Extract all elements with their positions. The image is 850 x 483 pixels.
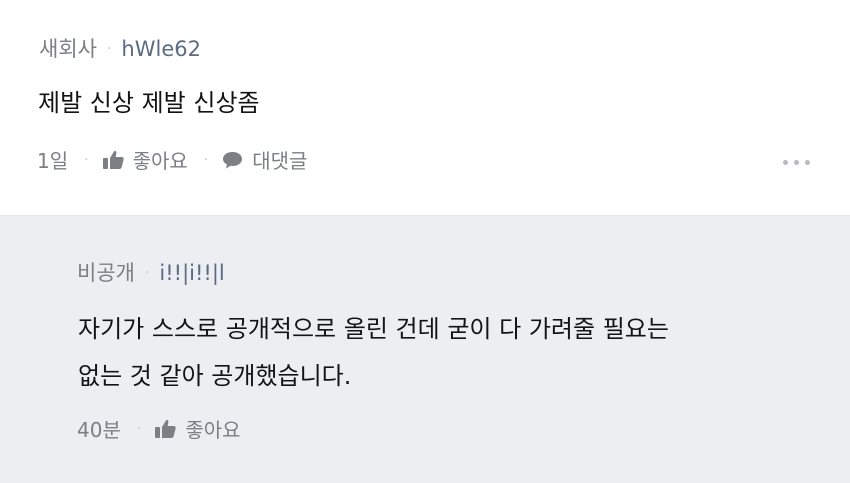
more-dot [805, 160, 810, 165]
author-nickname[interactable]: i!!|i!!|l [159, 261, 224, 285]
like-button[interactable]: 좋아요 [102, 145, 188, 174]
reply-label: 대댓글 [252, 149, 308, 173]
company-label: 비공개 [77, 261, 135, 285]
like-button[interactable]: 좋아요 [155, 414, 241, 443]
reply-meta: 비공개 · i!!|i!!|l [77, 261, 225, 285]
meta-separator: · [144, 265, 150, 281]
like-label: 좋아요 [132, 149, 188, 173]
meta-separator: · [106, 41, 112, 57]
comment-text: 제발 신상 제발 신상좀 [38, 89, 260, 117]
author-nickname[interactable]: hWle62 [121, 37, 201, 61]
more-dot [794, 160, 799, 165]
like-label: 좋아요 [185, 418, 241, 442]
more-dots-icon[interactable] [783, 160, 810, 165]
action-separator: · [84, 151, 89, 168]
thumbs-up-icon [102, 150, 124, 169]
company-label: 새회사 [39, 37, 97, 61]
reply-time: 40분 [77, 418, 121, 442]
comment: 새회사 · hWle62 제발 신상 제발 신상좀 1일 · 좋아요 · 대댓글 [0, 0, 850, 216]
action-separator: · [136, 420, 142, 437]
action-separator: · [203, 151, 209, 168]
reply-actions: 40분 · 좋아요 [77, 414, 241, 443]
comment-meta: 새회사 · hWle62 [39, 37, 201, 61]
thumbs-up-icon [155, 419, 177, 438]
comment-time: 1일 [37, 149, 69, 173]
reply-button[interactable]: 대댓글 [222, 145, 307, 174]
comment-actions: 1일 · 좋아요 · 대댓글 [37, 145, 307, 174]
reply-text: 자기가 스스로 공개적으로 올린 건데 굳이 다 가려줄 필요는 없는 것 같아… [78, 306, 669, 400]
reply-text-line: 없는 것 같아 공개했습니다. [78, 362, 352, 390]
more-dot [783, 160, 788, 165]
reply-comment: 비공개 · i!!|i!!|l 자기가 스스로 공개적으로 올린 건데 굳이 다… [0, 216, 850, 483]
speech-bubble-icon [223, 151, 243, 169]
reply-text-line: 자기가 스스로 공개적으로 올린 건데 굳이 다 가려줄 필요는 [78, 315, 669, 343]
